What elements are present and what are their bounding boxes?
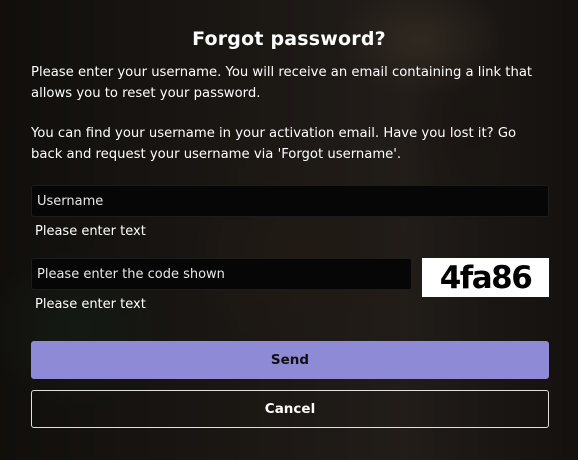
username-help-paragraph: You can find your username in your activ… bbox=[31, 126, 517, 162]
username-input[interactable]: Username bbox=[31, 185, 549, 217]
captcha-code-input[interactable]: Please enter the code shown bbox=[31, 258, 412, 290]
send-button[interactable]: Send bbox=[31, 341, 549, 379]
forgot-password-dialog: Forgot password? Please enter your usern… bbox=[0, 0, 578, 460]
dialog-title: Forgot password? bbox=[192, 28, 386, 50]
username-placeholder: Username bbox=[37, 193, 104, 209]
cancel-button[interactable]: Cancel bbox=[31, 390, 549, 428]
captcha-image: 4fa86 bbox=[422, 258, 549, 297]
username-validation-hint: Please enter text bbox=[35, 224, 146, 239]
captcha-validation-hint: Please enter text bbox=[35, 297, 146, 312]
captcha-code-placeholder: Please enter the code shown bbox=[37, 266, 225, 282]
instructions-paragraph: Please enter your username. You will rec… bbox=[31, 65, 533, 101]
